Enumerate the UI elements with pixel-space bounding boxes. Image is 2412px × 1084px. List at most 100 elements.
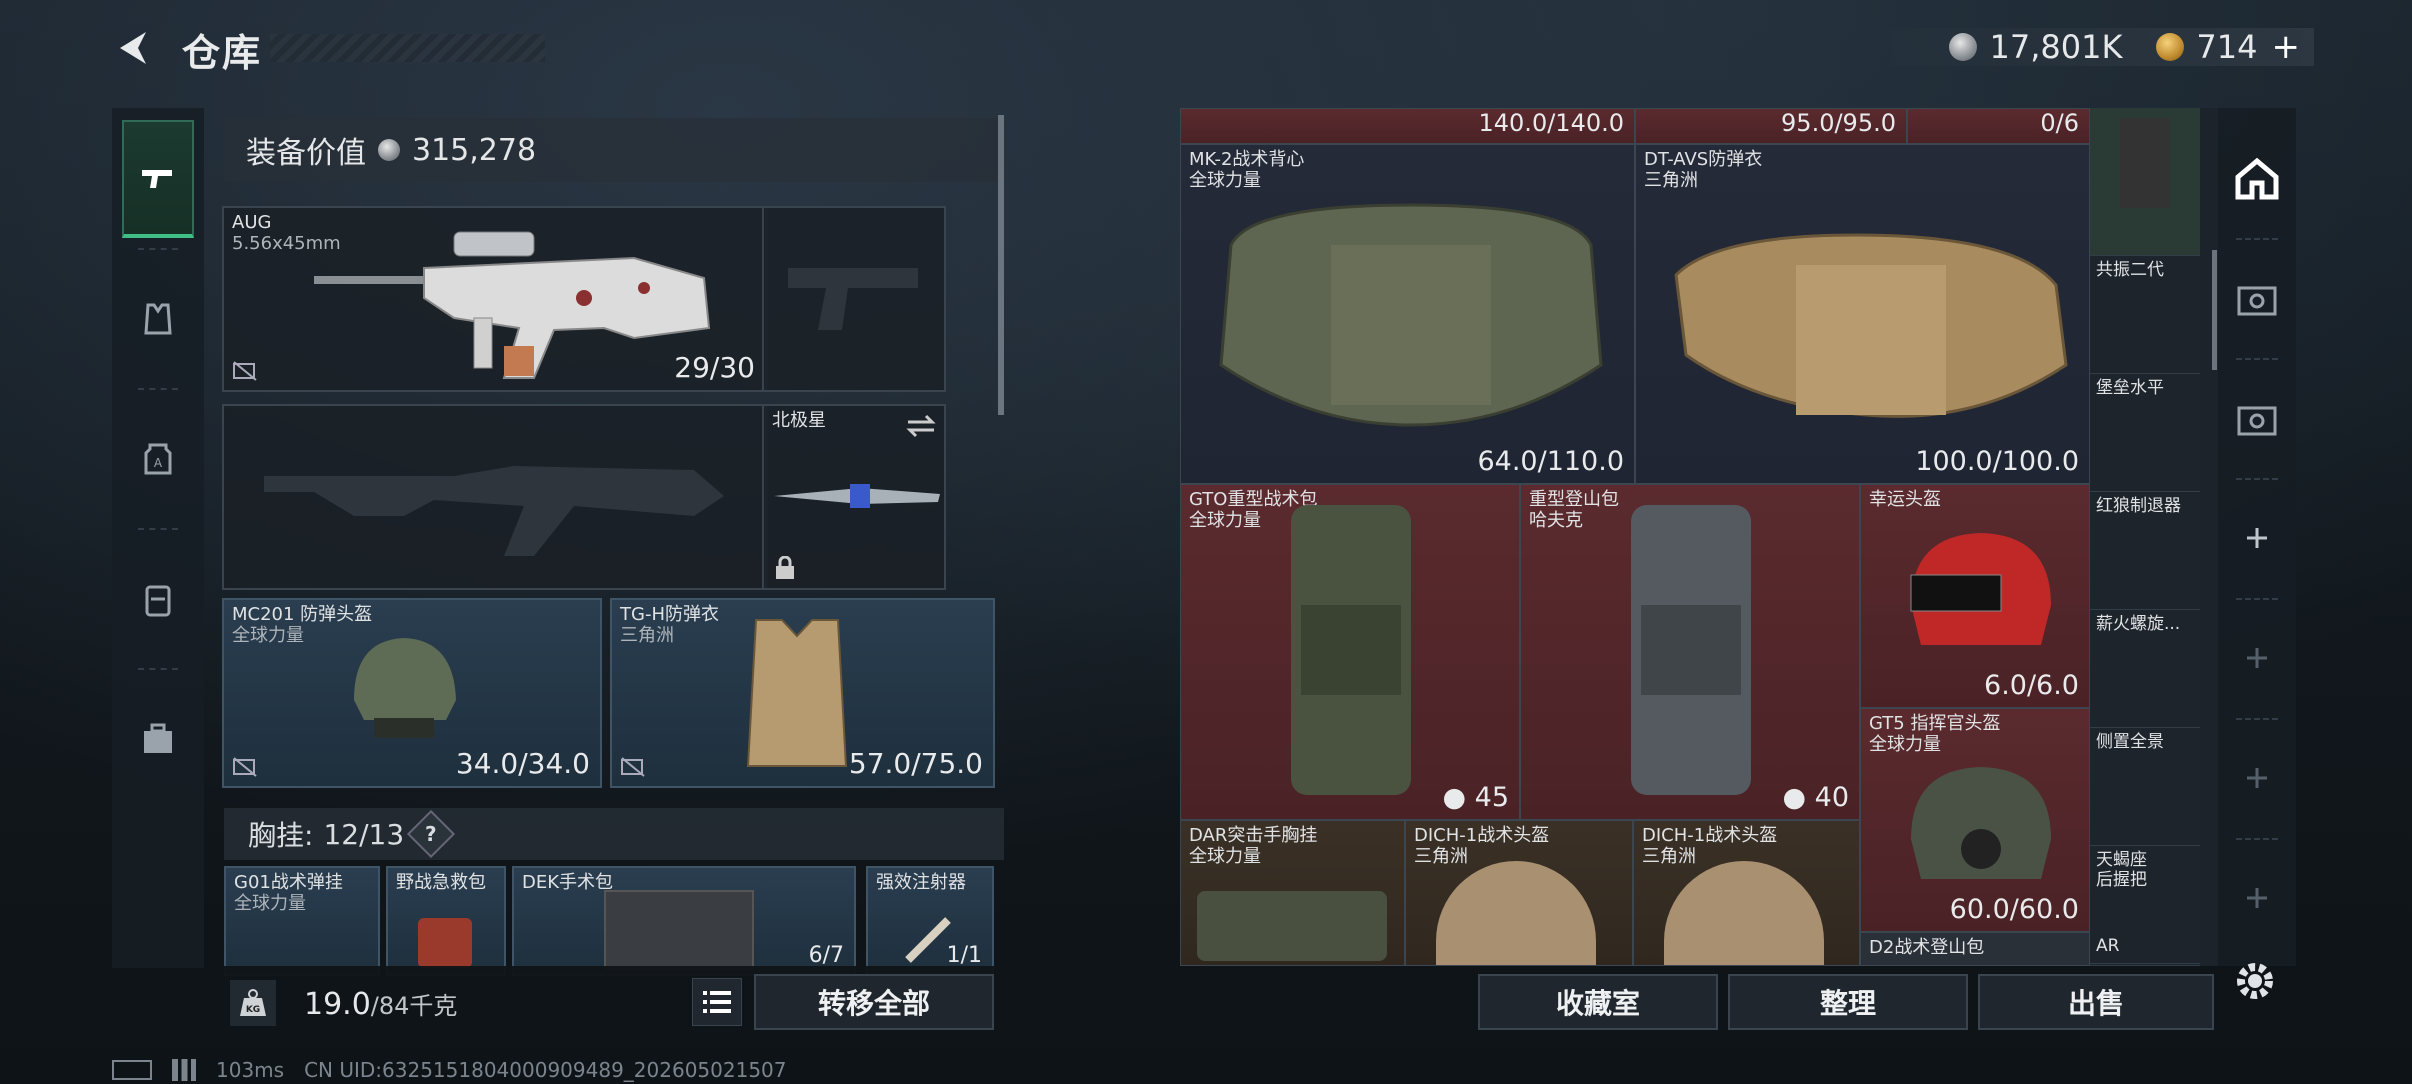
- plus-icon: [2247, 888, 2267, 908]
- vest-icon: [144, 303, 172, 335]
- chest-item-g01[interactable]: G01战术弹挂 全球力量: [224, 866, 380, 976]
- equipment-value: 315,278: [412, 132, 537, 168]
- page-title: 仓库: [182, 31, 263, 75]
- helmet-slot[interactable]: MC201 防弹头盔 全球力量 34.0/34.0: [222, 598, 602, 788]
- add-stash-tab-button[interactable]: [2226, 848, 2288, 948]
- chest-item-dek[interactable]: DEK手术包 6/7: [512, 866, 856, 976]
- stash-item-dich-helmet[interactable]: DICH-1战术头盔 三角洲: [1633, 820, 1860, 966]
- nav-secure-case[interactable]: [122, 680, 194, 798]
- stash-item-grip[interactable]: [2090, 108, 2200, 256]
- stash-tab-5[interactable]: [2226, 248, 2288, 348]
- back-button[interactable]: [112, 26, 156, 70]
- no-insure-icon: [621, 757, 645, 777]
- stash-item-muzzle-brake[interactable]: 红狼制退器: [2090, 492, 2200, 610]
- stash-item-dich-helmet[interactable]: DICH-1战术头盔 三角洲: [1405, 820, 1633, 966]
- equipment-panel: 装备价值 315,278 AUG 5.56x45mm 29/30 北极星 MC20…: [210, 108, 1010, 1038]
- chest-rig-image: [1197, 891, 1387, 961]
- silver-amount: 17,801K: [1989, 28, 2123, 66]
- stash-item-fortress-level[interactable]: 堡垒水平: [2090, 374, 2200, 492]
- surgery-kit-icon: [604, 890, 754, 970]
- stash-item-heavy-pack[interactable]: 重型登山包 哈夫克 ● 40: [1520, 484, 1860, 820]
- stash-item-side-scope[interactable]: 侧置全景: [2090, 728, 2200, 846]
- add-stash-tab-button[interactable]: [2226, 608, 2288, 708]
- weight-icon: KG: [230, 980, 276, 1026]
- nav-backpack[interactable]: [122, 540, 194, 658]
- stash-item-ar[interactable]: AR: [2090, 932, 2200, 966]
- primary-weapon-slot[interactable]: AUG 5.56x45mm 29/30: [222, 206, 767, 392]
- stash-item-dar-rig[interactable]: DAR突击手胸挂 全球力量: [1180, 820, 1405, 966]
- attachments-column: 共振二代 堡垒水平 红狼制退器 薪火螺旋... 侧置全景 天蝎座 后握把 AR: [2090, 108, 2200, 966]
- secondary-weapon-slot[interactable]: [222, 404, 767, 590]
- help-button[interactable]: ?: [407, 809, 456, 859]
- add-currency-button[interactable]: +: [2272, 27, 2301, 67]
- stash-grid: 140.0/140.0 95.0/95.0 0/6 MK-2战术背心 全球力量 6…: [1180, 108, 2218, 966]
- armor-icon: A: [144, 443, 172, 475]
- helmet-faction: 全球力量: [232, 625, 304, 646]
- chest-item-injector[interactable]: 强效注射器 1/1: [866, 866, 994, 976]
- stash-home-button[interactable]: [2226, 128, 2288, 228]
- stash-item-gto-pack[interactable]: GTO重型战术包 全球力量 ● 45: [1180, 484, 1520, 820]
- stash-tab-4[interactable]: [2226, 368, 2288, 468]
- stash-action-bar: 收藏室 整理 出售: [1180, 966, 2218, 1038]
- equipment-scrollbar[interactable]: [998, 115, 1004, 415]
- ping: 103ms: [216, 1058, 285, 1082]
- pistol-placeholder-icon: [788, 268, 918, 330]
- loadout-category-nav: A: [112, 108, 204, 968]
- stash-item-dt-avs[interactable]: DT-AVS防弹衣 三角洲 100.0/100.0: [1635, 144, 2090, 484]
- nav-armor[interactable]: A: [122, 400, 194, 518]
- list-icon: [703, 991, 731, 1013]
- currency-bar: 17,801K 714 +: [1890, 27, 2314, 67]
- chest-item-first-aid[interactable]: 野战急救包: [386, 866, 506, 976]
- pistol-slot[interactable]: [762, 206, 946, 392]
- warehouse-icon: [2235, 157, 2279, 200]
- title-decoration: [270, 34, 545, 62]
- collection-room-button[interactable]: 收藏室: [1478, 974, 1718, 1030]
- stash-cell[interactable]: 0/6: [1907, 108, 2090, 144]
- stash-item-lucky-helmet[interactable]: 幸运头盔 6.0/6.0: [1860, 484, 2090, 708]
- helmet-durability: 34.0/34.0: [455, 747, 590, 780]
- medkit-icon: [418, 918, 472, 968]
- armor-image: [746, 619, 848, 767]
- armor-slot[interactable]: TG-H防弹衣 三角洲 57.0/75.0: [610, 598, 995, 788]
- crate-icon: [2237, 286, 2277, 316]
- add-stash-tab-button[interactable]: [2226, 488, 2288, 588]
- armor-faction: 三角洲: [620, 625, 674, 646]
- swap-icon[interactable]: [906, 414, 936, 438]
- transfer-all-button[interactable]: 转移全部: [754, 974, 994, 1030]
- chest-capacity: 12/13: [323, 817, 405, 851]
- armor-durability: 57.0/75.0: [848, 747, 983, 780]
- stash-item-mk2-vest[interactable]: MK-2战术背心 全球力量 64.0/110.0: [1180, 144, 1635, 484]
- gear-icon: [2237, 963, 2273, 999]
- equipment-value-bar: 装备价值 315,278: [224, 118, 1004, 182]
- stash-item-d2-pack[interactable]: D2战术登山包: [1860, 932, 2090, 966]
- stash-cell[interactable]: 140.0/140.0: [1180, 108, 1635, 144]
- melee-name: 北极星: [772, 410, 826, 431]
- red-helmet-image: [1910, 533, 2051, 645]
- sell-button[interactable]: 出售: [1978, 974, 2214, 1030]
- helmet-image: [354, 638, 456, 738]
- add-stash-tab-button[interactable]: [2226, 728, 2288, 828]
- dek-uses: 6/7: [808, 943, 844, 968]
- signal-icon: [172, 1059, 196, 1081]
- nav-weapons[interactable]: [122, 120, 194, 238]
- back-arrow-icon: [120, 32, 146, 64]
- no-insure-icon: [233, 361, 257, 381]
- no-insure-icon: [233, 757, 257, 777]
- stash-item-spiral[interactable]: 薪火螺旋...: [2090, 610, 2200, 728]
- stash-item-resonance[interactable]: 共振二代: [2090, 256, 2200, 374]
- list-view-button[interactable]: [692, 978, 742, 1026]
- chest-label: 胸挂:: [248, 819, 314, 852]
- sort-button[interactable]: 整理: [1728, 974, 1968, 1030]
- stash-cell[interactable]: 95.0/95.0: [1635, 108, 1907, 144]
- nav-chest-rig[interactable]: [122, 260, 194, 378]
- stash-scrollbar[interactable]: [2212, 250, 2217, 370]
- melee-slot[interactable]: 北极星: [762, 404, 946, 590]
- settings-button[interactable]: [2226, 952, 2284, 1010]
- weapon-ammo-count: 29/30: [674, 351, 755, 384]
- plus-icon: [2247, 528, 2267, 548]
- svg-text:A: A: [154, 456, 163, 470]
- backpack-icon: [145, 585, 171, 617]
- stash-item-gt5-helmet[interactable]: GT5 指挥官头盔 全球力量 60.0/60.0: [1860, 708, 2090, 932]
- status-line: 103ms CN UID:6325151804000909489_2026050…: [112, 1058, 787, 1082]
- grip-image: [2120, 118, 2170, 208]
